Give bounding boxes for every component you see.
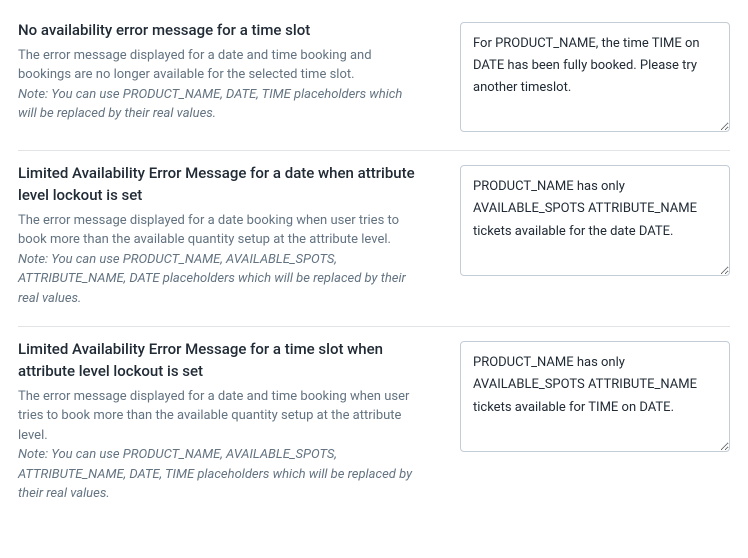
setting-input-wrapper: [460, 163, 730, 308]
setting-row-no-availability-timeslot: No availability error message for a time…: [18, 8, 730, 151]
setting-input-wrapper: [460, 20, 730, 132]
settings-form: No availability error message for a time…: [0, 0, 748, 532]
setting-note: Note: You can use PRODUCT_NAME, AVAILABL…: [18, 250, 420, 309]
setting-title: Limited Availability Error Message for a…: [18, 163, 420, 207]
setting-description: The error message displayed for a date a…: [18, 46, 420, 85]
setting-description: The error message displayed for a date a…: [18, 387, 420, 446]
setting-row-limited-availability-timeslot: Limited Availability Error Message for a…: [18, 327, 730, 522]
error-message-textarea-limited-availability-date[interactable]: [460, 165, 730, 275]
setting-note: Note: You can use PRODUCT_NAME, AVAILABL…: [18, 445, 420, 504]
setting-input-wrapper: [460, 339, 730, 504]
error-message-textarea-limited-availability-timeslot[interactable]: [460, 341, 730, 451]
error-message-textarea-no-availability-timeslot[interactable]: [460, 22, 730, 132]
setting-note: Note: You can use PRODUCT_NAME, DATE, TI…: [18, 85, 420, 124]
setting-title: Limited Availability Error Message for a…: [18, 339, 420, 383]
setting-description: The error message displayed for a date b…: [18, 211, 420, 250]
setting-label-block: Limited Availability Error Message for a…: [18, 163, 428, 308]
setting-label-block: No availability error message for a time…: [18, 20, 428, 132]
setting-title: No availability error message for a time…: [18, 20, 420, 42]
setting-label-block: Limited Availability Error Message for a…: [18, 339, 428, 504]
setting-row-limited-availability-date: Limited Availability Error Message for a…: [18, 151, 730, 327]
